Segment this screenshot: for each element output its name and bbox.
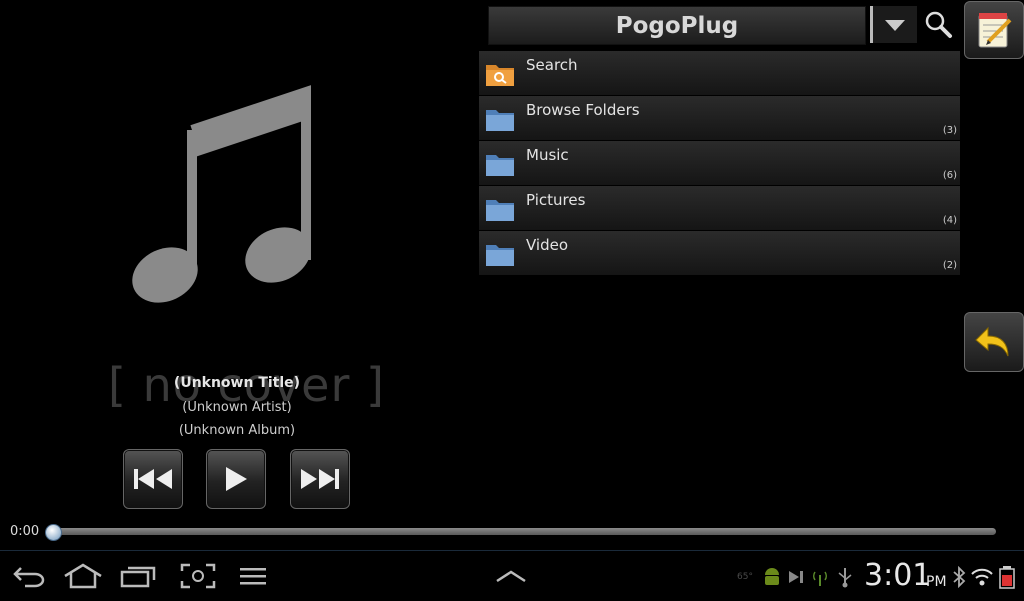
android-icon <box>762 564 782 590</box>
list-item-count: (2) <box>942 260 957 271</box>
track-album: (Unknown Album) <box>178 423 296 438</box>
media-playing-icon <box>787 564 805 590</box>
signal-icon <box>810 564 830 590</box>
nav-menu-button[interactable] <box>233 560 273 592</box>
previous-button[interactable] <box>123 449 183 509</box>
usb-icon <box>836 564 854 590</box>
list-item-count: (4) <box>942 215 957 226</box>
nav-recent-apps-button[interactable] <box>119 560 159 592</box>
list-item-label: Browse Folders <box>526 101 640 119</box>
source-dropdown[interactable] <box>870 6 917 43</box>
bluetooth-icon <box>952 564 966 590</box>
search-button[interactable] <box>918 2 958 46</box>
list-item-video[interactable]: Video (2) <box>479 231 960 276</box>
list-item-count: (6) <box>942 170 957 181</box>
playlist-button[interactable] <box>964 1 1024 59</box>
list-item-music[interactable]: Music (6) <box>479 141 960 186</box>
folder-icon <box>486 200 514 221</box>
play-button[interactable] <box>206 449 266 509</box>
folder-icon <box>486 155 514 176</box>
menu-icon <box>240 568 266 585</box>
browse-list: Search Browse Folders (3) Music (6) Pict… <box>479 51 960 276</box>
skip-next-icon <box>301 469 339 489</box>
list-item-pictures[interactable]: Pictures (4) <box>479 186 960 231</box>
chevron-up-icon <box>496 570 526 583</box>
folder-icon <box>486 110 514 131</box>
track-artist: (Unknown Artist) <box>182 400 292 415</box>
nav-up-button[interactable] <box>491 560 531 592</box>
next-button[interactable] <box>290 449 350 509</box>
play-icon <box>226 467 247 491</box>
nav-back-button[interactable] <box>8 560 48 592</box>
status-ampm: PM <box>926 574 947 590</box>
chevron-down-icon <box>885 19 905 31</box>
temperature-label: 65° <box>737 572 753 582</box>
list-item-label: Music <box>526 146 569 164</box>
list-item-label: Search <box>526 56 578 74</box>
status-clock: 3:01 <box>864 558 932 593</box>
nav-screenshot-button[interactable] <box>178 560 218 592</box>
screenshot-icon <box>180 563 216 589</box>
progress-thumb[interactable] <box>45 524 62 541</box>
list-item-browse-folders[interactable]: Browse Folders (3) <box>479 96 960 141</box>
battery-icon <box>998 564 1016 590</box>
list-item-label: Pictures <box>526 191 586 209</box>
wifi-icon <box>970 564 994 590</box>
search-icon <box>925 11 952 38</box>
search-folder-icon <box>486 65 514 86</box>
nav-home-button[interactable] <box>63 560 103 592</box>
elapsed-time: 0:00 <box>10 524 40 539</box>
list-item-search[interactable]: Search <box>479 51 960 96</box>
app-title: PogoPlug <box>615 12 739 39</box>
folder-icon <box>486 245 514 266</box>
back-button[interactable] <box>964 312 1024 372</box>
progress-track[interactable] <box>50 528 996 535</box>
list-item-label: Video <box>526 236 569 254</box>
notepad-icon <box>978 13 1012 48</box>
undo-arrow-icon <box>975 326 1009 357</box>
back-icon <box>13 567 45 588</box>
title-bar: PogoPlug <box>488 6 866 45</box>
skip-previous-icon <box>134 469 172 489</box>
list-item-count: (3) <box>942 125 957 136</box>
recent-apps-icon <box>120 566 156 588</box>
home-icon <box>64 563 102 589</box>
track-title: (Unknown Title) <box>173 375 301 391</box>
